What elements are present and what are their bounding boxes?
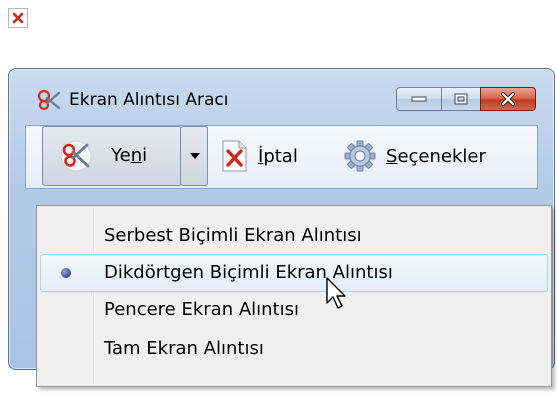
minimize-icon xyxy=(411,96,427,102)
scissors-icon xyxy=(59,139,93,173)
cancel-label: İptal xyxy=(258,145,298,167)
menu-item-full-screen-snip[interactable]: Tam Ekran Alıntısı xyxy=(40,330,548,368)
gear-icon xyxy=(344,140,376,172)
options-button[interactable]: Seçenekler xyxy=(344,126,486,186)
title-bar[interactable]: Ekran Alıntısı Aracı xyxy=(9,69,554,115)
maximize-icon xyxy=(454,93,468,105)
close-button[interactable] xyxy=(480,87,536,111)
close-icon xyxy=(501,92,515,106)
broken-image-icon xyxy=(8,8,28,28)
cancel-document-icon xyxy=(220,140,248,172)
chevron-down-icon xyxy=(190,153,200,159)
menu-item-window-snip[interactable]: Pencere Ekran Alıntısı xyxy=(40,291,548,329)
caption-buttons xyxy=(396,87,536,111)
maximize-button[interactable] xyxy=(441,87,481,111)
new-snip-label: Yeni xyxy=(111,145,148,166)
options-label: Seçenekler xyxy=(386,145,486,167)
new-snip-menu: Serbest Biçimli Ekran Alıntısı Dikdörtge… xyxy=(36,205,552,387)
menu-item-label: Pencere Ekran Alıntısı xyxy=(104,299,299,320)
new-snip-button[interactable]: Yeni xyxy=(42,126,182,186)
scissors-icon xyxy=(37,89,61,111)
menu-item-rectangular-snip[interactable]: Dikdörtgen Biçimli Ekran Alıntısı xyxy=(40,254,548,292)
radio-bullet-icon xyxy=(61,268,71,278)
new-snip-dropdown-button[interactable] xyxy=(180,126,208,186)
cancel-button[interactable]: İptal xyxy=(220,126,298,186)
minimize-button[interactable] xyxy=(396,87,442,111)
toolbar: Yeni İptal Seçenekler xyxy=(25,125,538,189)
mouse-pointer-icon xyxy=(326,277,348,315)
menu-item-label: Dikdörtgen Biçimli Ekran Alıntısı xyxy=(104,262,393,283)
menu-item-free-form-snip[interactable]: Serbest Biçimli Ekran Alıntısı xyxy=(40,217,548,255)
menu-item-label: Serbest Biçimli Ekran Alıntısı xyxy=(104,225,362,246)
window-title: Ekran Alıntısı Aracı xyxy=(69,90,229,110)
menu-item-label: Tam Ekran Alıntısı xyxy=(104,338,264,359)
